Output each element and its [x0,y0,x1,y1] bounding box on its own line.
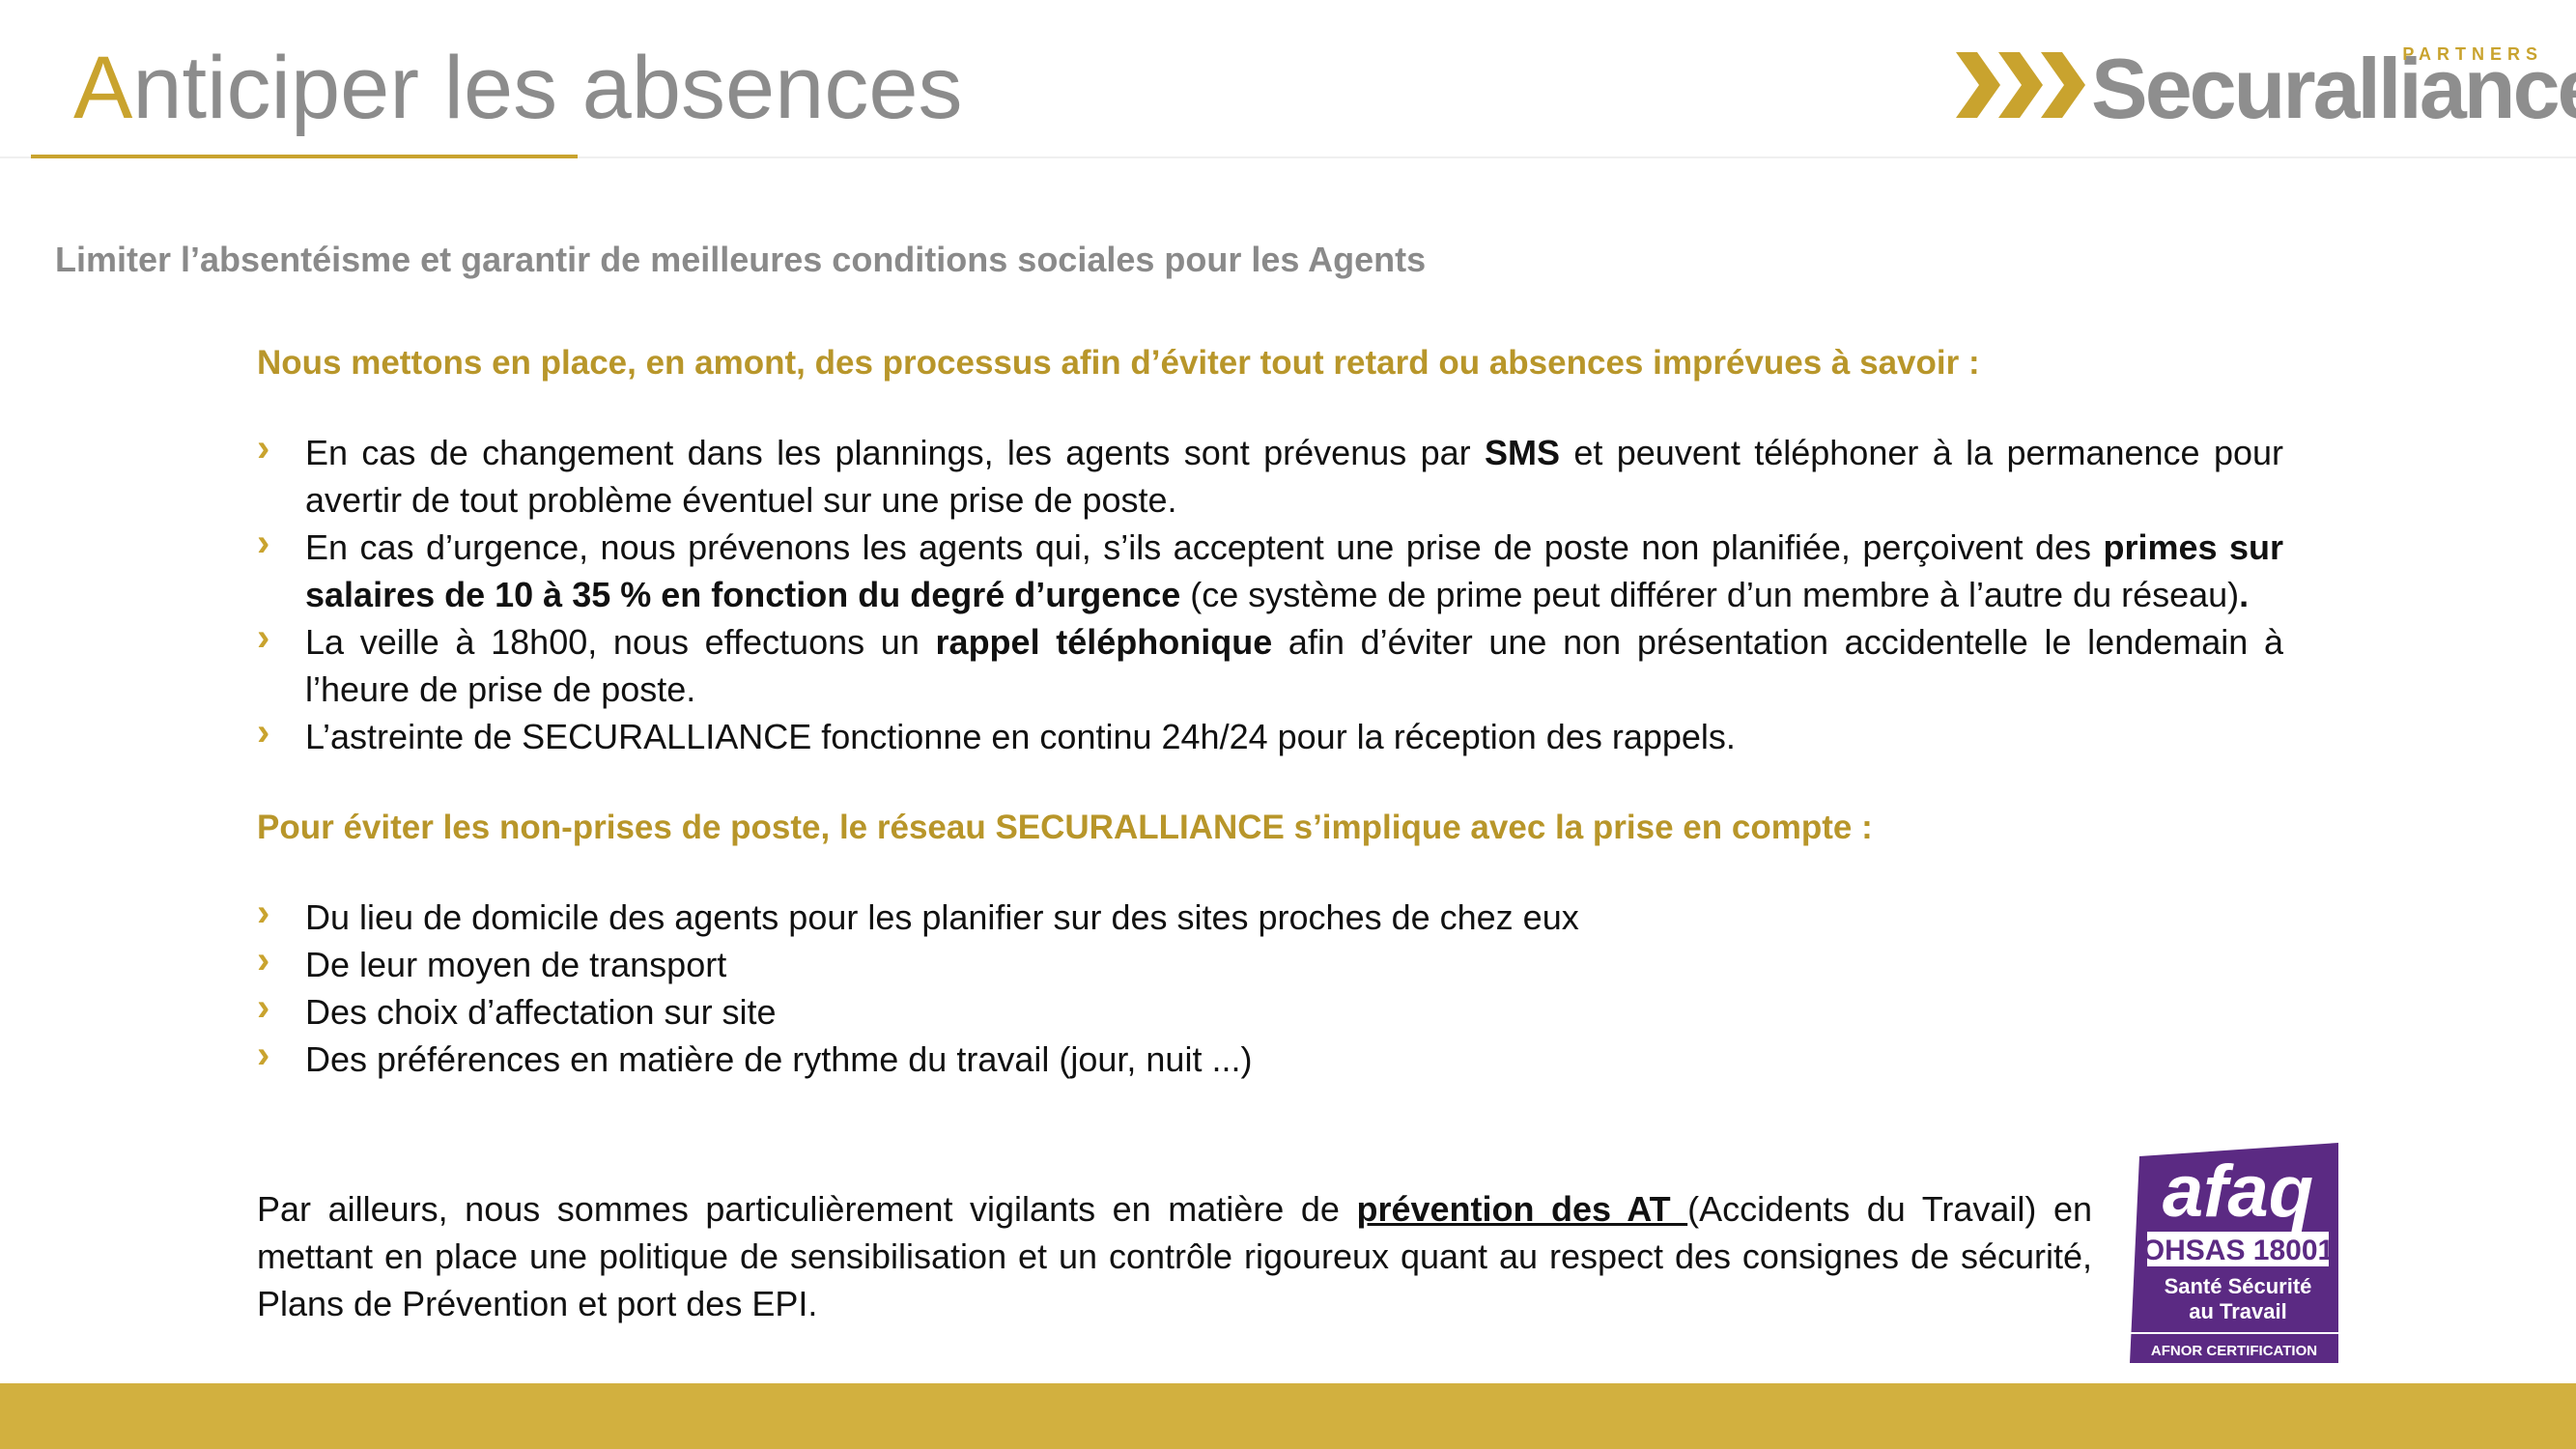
list-item: › En cas d’urgence, nous prévenons les ag… [257,522,2283,618]
subtitle: Limiter l’absentéisme et garantir de mei… [55,240,1427,279]
section1-heading: Nous mettons en place, en amont, des pro… [257,344,1980,382]
section2-list: › Du lieu de domicile des agents pour les… [257,892,2283,1083]
page-title: Anticiper les absences [73,35,963,141]
badge-cert: AFNOR CERTIFICATION [2151,1343,2317,1359]
item-text: En cas d’urgence, nous prévenons les age… [305,527,2104,567]
list-item: › En cas de changement dans les plannings… [257,427,2283,524]
badge-line1: Santé Sécurité [2165,1274,2312,1298]
chevron-bullet-icon: › [257,986,270,1029]
list-item: › Des préférences en matière de rythme du… [257,1034,2283,1083]
chevron-bullet-icon: › [257,1034,270,1076]
item-text: En cas de changement dans les plannings,… [305,433,1485,472]
page-title-initial: A [73,39,133,137]
page-title-rest: nticiper les absences [132,39,963,137]
footer-band [0,1383,2576,1449]
closing-underlined-text: prévention des AT [1356,1189,1688,1229]
securalliance-logo: Securalliance PARTNERS [1956,39,2576,136]
list-item: › De leur moyen de transport [257,939,2283,988]
afaq-ohsas-badge-icon: afaq OHSAS 18001 Santé Sécurité au Trava… [2130,1143,2338,1363]
title-underline [31,155,578,158]
item-text: De leur moyen de transport [305,945,727,984]
bold-text: rappel téléphonique [935,622,1273,662]
chevron-bullet-icon: › [257,892,270,934]
chevron-bullet-icon: › [257,939,270,981]
item-text: (ce système de prime peut différer d’un … [1180,575,2240,614]
section2-heading: Pour éviter les non-prises de poste, le … [257,809,1873,846]
bold-text: SMS [1485,433,1561,472]
badge-brand: afaq [2163,1151,2313,1233]
chevrons-logo-icon [1956,52,2085,118]
chevron-bullet-icon: › [257,522,270,564]
bold-text: . [2239,575,2250,614]
item-text: La veille à 18h00, nous effectuons un [305,622,936,662]
item-text: Des choix d’affectation sur site [305,992,777,1032]
item-text: Du lieu de domicile des agents pour les … [305,897,1579,937]
list-item: › Du lieu de domicile des agents pour les… [257,892,2283,941]
list-item: › Des choix d’affectation sur site [257,986,2283,1036]
badge-standard: OHSAS 18001 [2142,1235,2334,1266]
logo-partners-tag: PARTNERS [2402,44,2543,64]
closing-text-before: Par ailleurs, nous sommes particulièreme… [257,1189,1357,1229]
item-text: L’astreinte de SECURALLIANCE fonctionne … [305,717,1736,756]
list-item: › L’astreinte de SECURALLIANCE fonctionne… [257,711,2283,760]
chevron-bullet-icon: › [257,616,270,659]
chevron-bullet-icon: › [257,711,270,753]
chevron-bullet-icon: › [257,427,270,469]
badge-line2: au Travail [2189,1299,2287,1323]
section1-list: › En cas de changement dans les plannings… [257,427,2283,760]
list-item: › La veille à 18h00, nous effectuons un r… [257,616,2283,713]
closing-paragraph: Par ailleurs, nous sommes particulièreme… [257,1185,2092,1327]
item-text: Des préférences en matière de rythme du … [305,1039,1253,1079]
